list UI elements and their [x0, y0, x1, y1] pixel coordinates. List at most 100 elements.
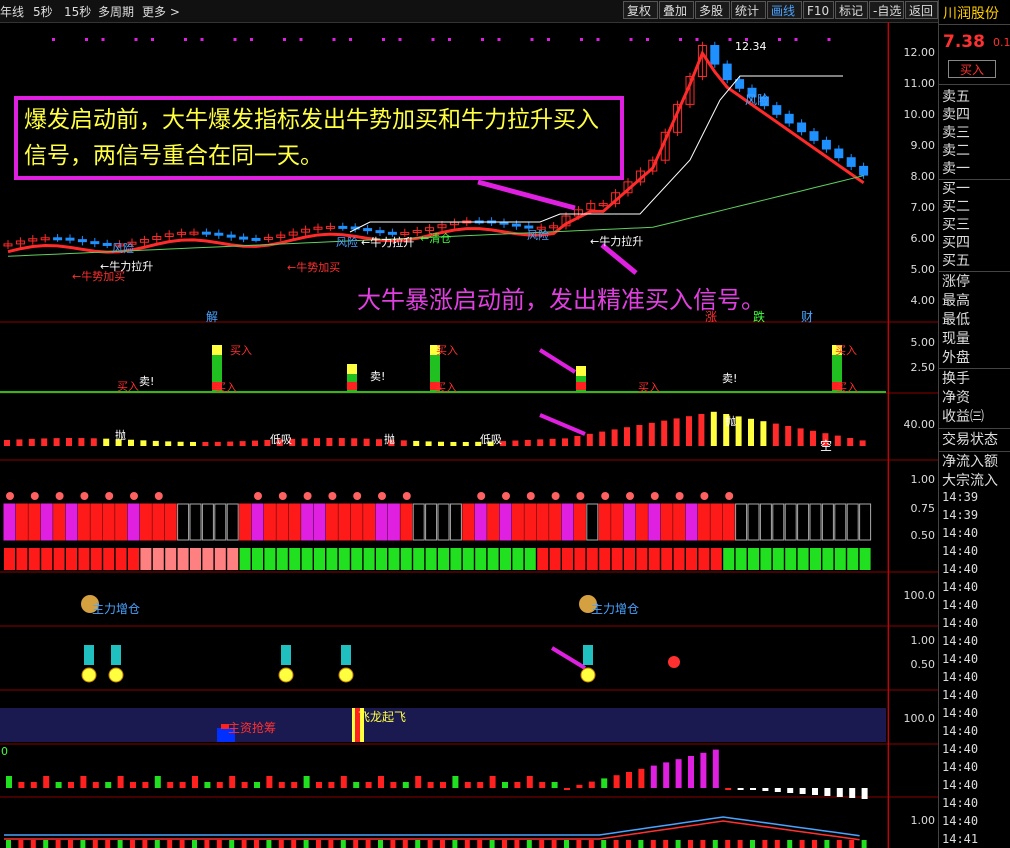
volume-bar: [154, 776, 161, 788]
strength-block: [15, 503, 28, 541]
macd-bar: [774, 840, 780, 848]
strength-block: [487, 503, 500, 541]
trend-bar: [450, 441, 457, 446]
bid-5: 买五: [942, 253, 970, 269]
strength-block: [660, 503, 673, 541]
volume-bar: [254, 782, 260, 788]
trend-bar: [438, 441, 444, 446]
volume-bar: [390, 782, 397, 788]
price-tick: 6.00: [910, 232, 936, 245]
strength-block: [524, 503, 537, 541]
volume-bar: [6, 776, 12, 788]
trend-bar: [4, 440, 10, 446]
trend-bar: [252, 440, 258, 446]
volume-bar: [241, 782, 248, 788]
stock-name: 川润股份: [943, 6, 999, 22]
macd-bar: [576, 840, 582, 848]
macd-bar: [712, 840, 718, 848]
strength-block: [511, 503, 524, 541]
candle-body: [214, 232, 224, 236]
macd-bar: [192, 840, 197, 848]
trend-bar: [177, 441, 184, 446]
strength-block: [201, 503, 214, 541]
candle-body: [710, 45, 720, 65]
state-block: [475, 548, 487, 570]
state-block: [748, 548, 759, 570]
volume-bar: [142, 782, 149, 788]
macd-bar: [316, 840, 321, 848]
volume-bar: [489, 776, 496, 788]
candle-body: [226, 234, 236, 238]
money-bag-icon: [338, 667, 354, 683]
volume-bar: [353, 782, 360, 788]
signal-bar-top: [576, 366, 586, 376]
candle-body: [809, 131, 819, 141]
ask-1: 卖一: [942, 161, 970, 177]
candle-body: [102, 242, 112, 246]
strength-ball: [328, 492, 337, 500]
volume-bar: [427, 782, 434, 788]
tick-time: 14:39: [942, 508, 979, 522]
strength-block: [102, 503, 115, 541]
strength-block: [859, 503, 872, 541]
volume-bar: [30, 782, 37, 788]
top-dot: [134, 38, 138, 41]
ask-2: 卖二: [942, 143, 970, 159]
sell-marker-1: 卖!: [139, 375, 155, 388]
sell-marker-3: 卖!: [722, 372, 738, 385]
state-block: [289, 548, 301, 570]
tick-time: 14:40: [942, 634, 979, 648]
price-tick: 8.00: [910, 170, 936, 183]
trend-bar: [698, 414, 705, 446]
volume-bar: [278, 782, 285, 788]
macd-bar: [179, 840, 185, 848]
tick-time: 14:40: [942, 652, 979, 666]
candle-body: [821, 139, 831, 150]
volume-bar: [774, 788, 781, 792]
volume-bar: [229, 776, 236, 788]
volume-bar: [130, 782, 136, 788]
state-block: [41, 548, 53, 570]
state-block: [562, 548, 573, 570]
volume-bar: [700, 752, 707, 788]
strength-tick: 1.00: [910, 473, 936, 486]
state-block: [810, 548, 821, 570]
state-block: [735, 548, 747, 570]
buy-button[interactable]: 买入: [948, 60, 996, 78]
strength-block: [536, 503, 549, 541]
candle-body: [363, 228, 373, 232]
tick-time: 14:40: [942, 778, 979, 792]
current-price: 7.38: [943, 32, 985, 52]
buy-marker-7: 买入: [835, 344, 857, 357]
strength-block: [325, 503, 338, 541]
state-block: [537, 548, 549, 570]
strength-ball: [254, 492, 262, 500]
macd-bar: [229, 840, 235, 848]
trend-bar: [314, 438, 320, 446]
volume-bar: [464, 782, 471, 788]
tick-time: 14:40: [942, 670, 979, 684]
tick-time: 14:41: [942, 832, 979, 846]
trend-bar: [859, 440, 866, 446]
state-block: [264, 548, 276, 570]
macd-bar: [502, 840, 507, 848]
macd-bar: [750, 840, 755, 848]
money-tree-icon: [281, 645, 291, 665]
trend-bar: [78, 438, 85, 446]
main-chip-label: 主资抢筹: [228, 721, 277, 735]
strength-block: [648, 503, 661, 541]
candle-body: [735, 79, 745, 89]
trend-bar: [128, 439, 134, 446]
strength-ball: [55, 492, 64, 500]
macd-dea: [4, 820, 860, 841]
strength-ball: [626, 492, 634, 500]
price-tick: 12.00: [903, 46, 936, 59]
volume-bar: [402, 782, 409, 788]
volume-bar: [117, 776, 124, 788]
strength-block: [214, 503, 227, 541]
macd-bar: [762, 840, 768, 848]
trend-bar: [363, 438, 370, 446]
macd-bar: [824, 840, 830, 848]
candle-body: [53, 237, 63, 241]
strength-block: [375, 503, 388, 541]
